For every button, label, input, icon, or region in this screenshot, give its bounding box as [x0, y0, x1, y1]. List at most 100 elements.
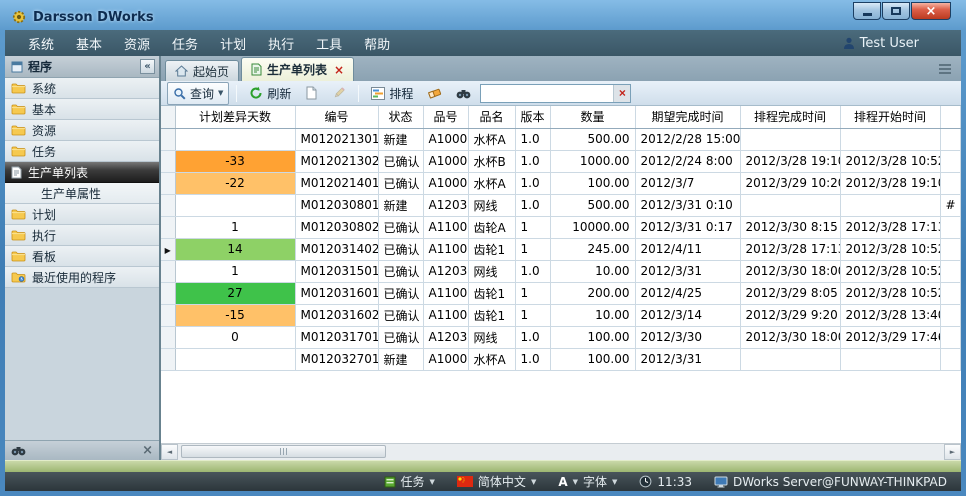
- column-header[interactable]: 计划差异天数: [175, 106, 295, 128]
- table-row[interactable]: -33 M012021302 已确认 A10002 水杯B 1.0 1000.0…: [161, 150, 961, 172]
- sidebar-item-recent-programs[interactable]: 最近使用的程序: [5, 267, 159, 288]
- cell-plan-diff-days: 1: [175, 260, 295, 282]
- binoculars-icon: [456, 88, 471, 99]
- sidebar-item-label: 执行: [32, 227, 56, 244]
- menu-item[interactable]: 任务: [161, 31, 209, 56]
- edit-button[interactable]: [327, 84, 351, 102]
- sidebar-item-label: 基本: [32, 101, 56, 118]
- cell-extra: [940, 282, 961, 304]
- column-header[interactable]: 数量: [550, 106, 635, 128]
- table-row[interactable]: 27 M012031601 已确认 A11001 齿轮1 1 200.00 20…: [161, 282, 961, 304]
- find-button[interactable]: [451, 86, 476, 101]
- folder-icon: [11, 145, 26, 157]
- cell-version: 1: [515, 304, 550, 326]
- clear-search-button[interactable]: ×: [613, 85, 630, 102]
- column-header[interactable]: [940, 106, 961, 128]
- cell-expected-finish: 2012/3/30: [635, 326, 740, 348]
- sidebar-item-resources[interactable]: 资源: [5, 120, 159, 141]
- document-icon: [11, 166, 22, 179]
- row-selector-cell: [161, 172, 175, 194]
- menu-item[interactable]: 资源: [113, 31, 161, 56]
- cell-item-no: A12031: [423, 260, 468, 282]
- close-button[interactable]: ×: [911, 2, 951, 20]
- tab-home[interactable]: 起始页: [165, 60, 239, 81]
- user-indicator[interactable]: Test User: [843, 36, 949, 51]
- cell-item-name: 网线: [468, 260, 515, 282]
- status-font-dropdown[interactable]: A ▼ 字体 ▼: [558, 473, 617, 490]
- cell-schedule-finish: [740, 194, 840, 216]
- column-header[interactable]: 品名: [468, 106, 515, 128]
- sidebar-item-board[interactable]: 看板: [5, 246, 159, 267]
- search-input[interactable]: [481, 85, 613, 102]
- programs-icon: [11, 61, 23, 73]
- tab-close-icon[interactable]: ×: [334, 63, 344, 77]
- table-row[interactable]: M012032701 新建 A10001 水杯A 1.0 100.00 2012…: [161, 348, 961, 370]
- cell-expected-finish: 2012/3/31 0:17: [635, 216, 740, 238]
- tab-production-order-list[interactable]: 生产单列表 ×: [241, 57, 354, 81]
- menu-item[interactable]: 执行: [257, 31, 305, 56]
- column-header[interactable]: 版本: [515, 106, 550, 128]
- table-row[interactable]: -22 M012021401 已确认 A10001 水杯A 1.0 100.00…: [161, 172, 961, 194]
- sidebar-item-execute[interactable]: 执行: [5, 225, 159, 246]
- cell-extra: [940, 238, 961, 260]
- binoculars-icon[interactable]: [11, 445, 26, 456]
- tab-label: 生产单列表: [267, 61, 327, 78]
- scrollbar-track[interactable]: [178, 444, 944, 460]
- table-row[interactable]: 1 M012030802 已确认 A11001 齿轮A 1 10000.00 2…: [161, 216, 961, 238]
- minimize-button[interactable]: [853, 2, 881, 20]
- cell-version: 1.0: [515, 348, 550, 370]
- table-row[interactable]: M012021301 新建 A10001 水杯A 1.0 500.00 2012…: [161, 128, 961, 150]
- menu-item[interactable]: 帮助: [353, 31, 401, 56]
- scroll-left-button[interactable]: ◄: [161, 444, 178, 460]
- column-header[interactable]: 状态: [378, 106, 423, 128]
- cell-item-name: 齿轮1: [468, 304, 515, 326]
- table-row[interactable]: M012030801 新建 A12031 网线 1.0 500.00 2012/…: [161, 194, 961, 216]
- column-header[interactable]: 排程开始时间: [840, 106, 940, 128]
- table-row[interactable]: 0 M012031701 已确认 A12031 网线 1.0 100.00 20…: [161, 326, 961, 348]
- menu-item[interactable]: 工具: [305, 31, 353, 56]
- menu-item[interactable]: 基本: [65, 31, 113, 56]
- cell-item-no: A10001: [423, 128, 468, 150]
- folder-icon: [11, 103, 26, 115]
- query-button[interactable]: 查询 ▼: [167, 82, 229, 105]
- refresh-button[interactable]: 刷新: [244, 83, 296, 104]
- sidebar-item-label: 最近使用的程序: [32, 269, 116, 286]
- refresh-icon: [249, 86, 263, 100]
- cell-schedule-finish: [740, 128, 840, 150]
- sidebar-item-production-order-list[interactable]: 生产单列表: [5, 162, 159, 183]
- sidebar-item-production-order-properties[interactable]: 生产单属性: [5, 183, 159, 204]
- menu-item[interactable]: 计划: [209, 31, 257, 56]
- cell-item-name: 水杯A: [468, 128, 515, 150]
- sidebar-item-label: 生产单属性: [41, 185, 101, 202]
- sidebar-item-plan[interactable]: 计划: [5, 204, 159, 225]
- sidebar-collapse-button[interactable]: «: [140, 59, 155, 74]
- column-header[interactable]: 期望完成时间: [635, 106, 740, 128]
- table-row[interactable]: 1 M012031501 已确认 A12031 网线 1.0 10.00 201…: [161, 260, 961, 282]
- eraser-button[interactable]: [422, 85, 447, 102]
- sidebar-item-system[interactable]: 系统: [5, 78, 159, 99]
- maximize-button[interactable]: [882, 2, 910, 20]
- cell-schedule-finish: [740, 348, 840, 370]
- schedule-button[interactable]: 排程: [366, 83, 418, 104]
- menu-bar: 系统 基本 资源 任务 计划 执行 工具 帮助 Test User: [5, 30, 961, 56]
- tab-menu-icon[interactable]: [939, 64, 951, 74]
- row-selector-cell: [161, 194, 175, 216]
- title-bar[interactable]: Darsson DWorks ×: [5, 0, 961, 30]
- column-header[interactable]: 编号: [295, 106, 378, 128]
- menu-item[interactable]: 系统: [17, 31, 65, 56]
- cell-item-name: 齿轮1: [468, 238, 515, 260]
- sidebar-item-basic[interactable]: 基本: [5, 99, 159, 120]
- column-header[interactable]: 品号: [423, 106, 468, 128]
- scrollbar-thumb[interactable]: [181, 445, 386, 458]
- tab-bar: 起始页 生产单列表 ×: [161, 56, 961, 81]
- sidebar-close-icon[interactable]: ×: [142, 443, 153, 458]
- table-row[interactable]: -15 M012031602 已确认 A11001 齿轮1 1 10.00 20…: [161, 304, 961, 326]
- new-button[interactable]: [300, 84, 323, 102]
- table-row[interactable]: ▶ 14 M012031402 已确认 A11001 齿轮1 1 245.00 …: [161, 238, 961, 260]
- status-language-dropdown[interactable]: 简体中文 ▼: [457, 473, 536, 490]
- status-task-dropdown[interactable]: 任务 ▼: [384, 473, 435, 490]
- column-header[interactable]: 排程完成时间: [740, 106, 840, 128]
- sidebar-item-tasks[interactable]: 任务: [5, 141, 159, 162]
- status-server-label: DWorks Server@FUNWAY-THINKPAD: [733, 475, 947, 489]
- scroll-right-button[interactable]: ►: [944, 444, 961, 460]
